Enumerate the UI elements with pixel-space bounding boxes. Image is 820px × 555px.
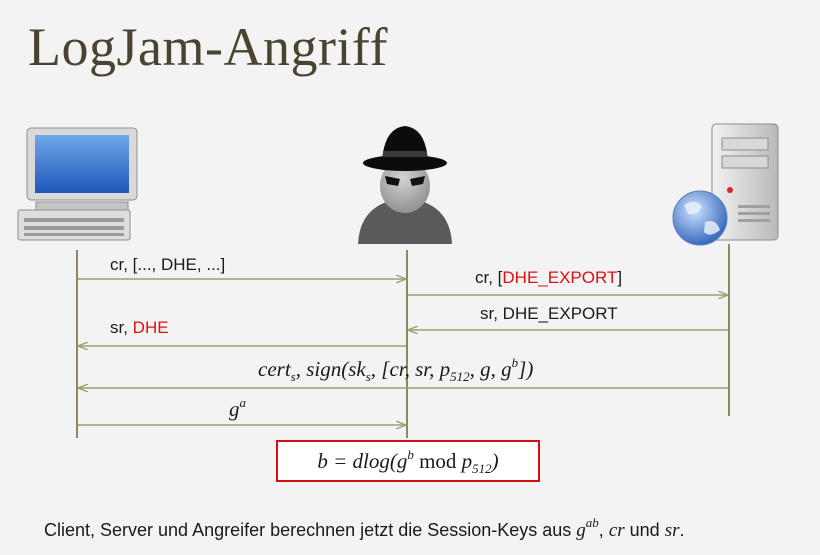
message-m5-label: certs, sign(sks, [cr, sr, p512, g, gb]): [258, 355, 534, 384]
message-m3-label: sr, DHE_EXPORT: [480, 304, 618, 323]
message-m6-label: ga: [229, 395, 246, 421]
dhe-highlight: DHE: [132, 318, 169, 337]
spy-hat-icon: [358, 126, 452, 244]
message-m2-label: cr, [DHE_EXPORT]: [475, 268, 623, 287]
dlog-formula-box: b = dlog(gb mod p512): [276, 440, 540, 482]
message-m4-label: sr, DHE: [110, 318, 169, 337]
web-server-icon: [672, 123, 779, 246]
message-m1-label: cr, [..., DHE, ...]: [110, 255, 226, 274]
dlog-formula: b = dlog(gb mod p512): [317, 446, 499, 476]
desktop-computer-icon: [17, 127, 138, 241]
session-key-term: gab: [576, 515, 599, 541]
footer-text: Client, Server und Angreifer berechnen j…: [44, 515, 685, 541]
dhe-export-highlight: DHE_EXPORT: [502, 268, 618, 287]
